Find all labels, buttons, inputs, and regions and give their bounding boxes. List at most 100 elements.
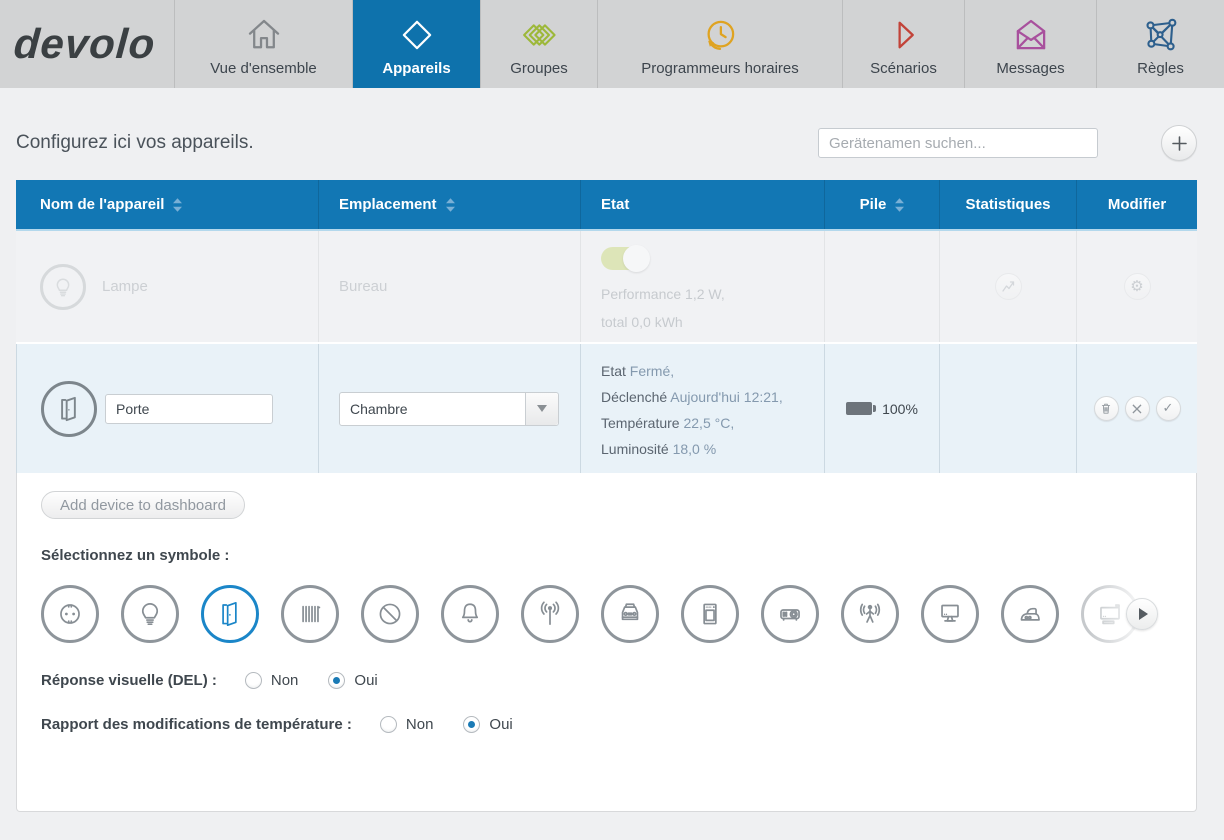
symbol-motion-detector-icon[interactable] <box>841 585 899 643</box>
battery-icon <box>846 402 872 415</box>
device-editor-panel: Add device to dashboard Sélectionnez un … <box>16 473 1197 812</box>
symbol-car-icon[interactable] <box>601 585 659 643</box>
tab-scenarios[interactable]: Scénarios <box>843 0 965 88</box>
tab-label: Appareils <box>382 60 450 77</box>
home-icon <box>243 12 285 58</box>
column-header-label: Statistiques <box>965 196 1050 213</box>
tab-regles[interactable]: Règles <box>1097 0 1224 88</box>
next-arrow-icon <box>1139 608 1148 620</box>
next-symbols-button[interactable] <box>1126 598 1158 630</box>
symbol-door-icon[interactable] <box>201 585 259 643</box>
tab-label: Groupes <box>510 60 568 77</box>
table-row-porte: Chambre Etat Fermé, Déclenché Aujourd'hu… <box>16 342 1197 473</box>
column-header-label: Etat <box>601 196 629 213</box>
devices-table: Nom de l'appareil Emplacement Etat Pile … <box>16 180 1197 812</box>
toggle-knob <box>623 245 650 272</box>
symbol-projector-icon[interactable] <box>761 585 819 643</box>
symbol-outlet-icon[interactable] <box>41 585 99 643</box>
power-toggle[interactable] <box>601 247 647 270</box>
symbol-picker-label: Sélectionnez un symbole : <box>41 547 1172 564</box>
diamond-icon <box>396 12 438 58</box>
close-icon: × <box>1130 401 1143 417</box>
add-device-button[interactable] <box>1161 125 1197 161</box>
device-location: Bureau <box>339 278 387 295</box>
network-nodes-icon <box>1140 12 1182 58</box>
column-header-location[interactable]: Emplacement <box>318 180 580 229</box>
check-icon: ✓ <box>1163 402 1174 415</box>
gear-icon: ⚙ <box>1130 279 1143 294</box>
tab-programmeurs-horaires[interactable]: Programmeurs horaires <box>598 0 843 88</box>
temperature-report-option: Rapport des modifications de température… <box>41 716 1172 733</box>
column-header-battery[interactable]: Pile <box>824 180 939 229</box>
radio-checked-icon <box>328 672 345 689</box>
tab-groupes[interactable]: Groupes <box>481 0 598 88</box>
column-header-edit: Modifier <box>1076 180 1197 229</box>
tab-label: Vue d'ensemble <box>210 60 317 77</box>
radio-option-oui[interactable]: Oui <box>328 672 377 689</box>
tab-label: Scénarios <box>870 60 937 77</box>
option-label: Réponse visuelle (DEL) : <box>41 672 217 689</box>
state-line: Déclenché Aujourd'hui 12:21, <box>601 384 824 410</box>
column-header-state: Etat <box>580 180 824 229</box>
location-select[interactable]: Chambre <box>339 392 559 426</box>
sort-icon <box>446 198 455 212</box>
symbol-oven-icon[interactable] <box>681 585 739 643</box>
table-row-lampe: Lampe Bureau Performance 1,2 W, total 0,… <box>16 231 1197 342</box>
dropdown-arrow-icon <box>525 393 558 425</box>
column-header-statistics: Statistiques <box>939 180 1076 229</box>
clock-history-icon <box>699 12 741 58</box>
symbol-forbidden-icon[interactable] <box>361 585 419 643</box>
table-header-row: Nom de l'appareil Emplacement Etat Pile … <box>16 180 1197 231</box>
radio-option-non[interactable]: Non <box>380 716 434 733</box>
tab-vue-densemble[interactable]: Vue d'ensemble <box>175 0 353 88</box>
symbol-bell-icon[interactable] <box>441 585 499 643</box>
symbol-iron-icon[interactable] <box>1001 585 1059 643</box>
devolo-logo-text: devolo <box>12 20 157 68</box>
confirm-button[interactable]: ✓ <box>1156 396 1181 421</box>
play-outline-icon <box>883 12 925 58</box>
battery-level: 100% <box>882 401 918 417</box>
cancel-button[interactable]: × <box>1125 396 1150 421</box>
column-header-label: Emplacement <box>339 196 437 213</box>
radio-icon <box>245 672 262 689</box>
symbol-monitor-icon[interactable] <box>921 585 979 643</box>
statistics-button[interactable] <box>995 273 1022 300</box>
device-name-input[interactable] <box>105 394 273 424</box>
option-label: Rapport des modifications de température… <box>41 716 352 733</box>
trash-icon <box>1100 402 1112 415</box>
door-icon <box>41 381 97 437</box>
sort-icon <box>173 198 182 212</box>
chart-icon <box>1002 281 1015 292</box>
page-intro: Configurez ici vos appareils. <box>16 132 818 154</box>
symbol-picker <box>41 585 1174 645</box>
tab-label: Programmeurs horaires <box>641 60 799 77</box>
add-to-dashboard-button[interactable]: Add device to dashboard <box>41 491 245 519</box>
settings-button[interactable]: ⚙ <box>1124 273 1151 300</box>
column-header-label: Nom de l'appareil <box>40 196 164 213</box>
plus-icon <box>1172 136 1187 151</box>
group-diamonds-icon <box>518 12 560 58</box>
top-navigation: devolo Vue d'ensemble Appareils Groupes <box>0 0 1224 88</box>
tab-appareils[interactable]: Appareils <box>353 0 481 88</box>
delete-button[interactable] <box>1094 396 1119 421</box>
bulb-icon <box>40 264 86 310</box>
symbol-bulb-icon[interactable] <box>121 585 179 643</box>
radio-checked-icon <box>463 716 480 733</box>
search-input[interactable] <box>818 128 1098 158</box>
tab-label: Règles <box>1137 60 1184 77</box>
sort-icon <box>895 198 904 212</box>
radio-option-non[interactable]: Non <box>245 672 299 689</box>
radio-option-oui[interactable]: Oui <box>463 716 512 733</box>
radio-icon <box>380 716 397 733</box>
state-line: total 0,0 kWh <box>601 308 824 336</box>
column-header-name[interactable]: Nom de l'appareil <box>16 180 318 229</box>
tab-messages[interactable]: Messages <box>965 0 1097 88</box>
state-line: Luminosité 18,0 % <box>601 436 824 462</box>
column-header-label: Modifier <box>1108 196 1166 213</box>
symbol-antenna-icon[interactable] <box>521 585 579 643</box>
device-name: Lampe <box>102 278 148 295</box>
symbol-radiator-icon[interactable] <box>281 585 339 643</box>
state-line: Performance 1,2 W, <box>601 280 824 308</box>
envelope-open-icon <box>1010 12 1052 58</box>
led-feedback-option: Réponse visuelle (DEL) : Non Oui <box>41 672 1172 689</box>
